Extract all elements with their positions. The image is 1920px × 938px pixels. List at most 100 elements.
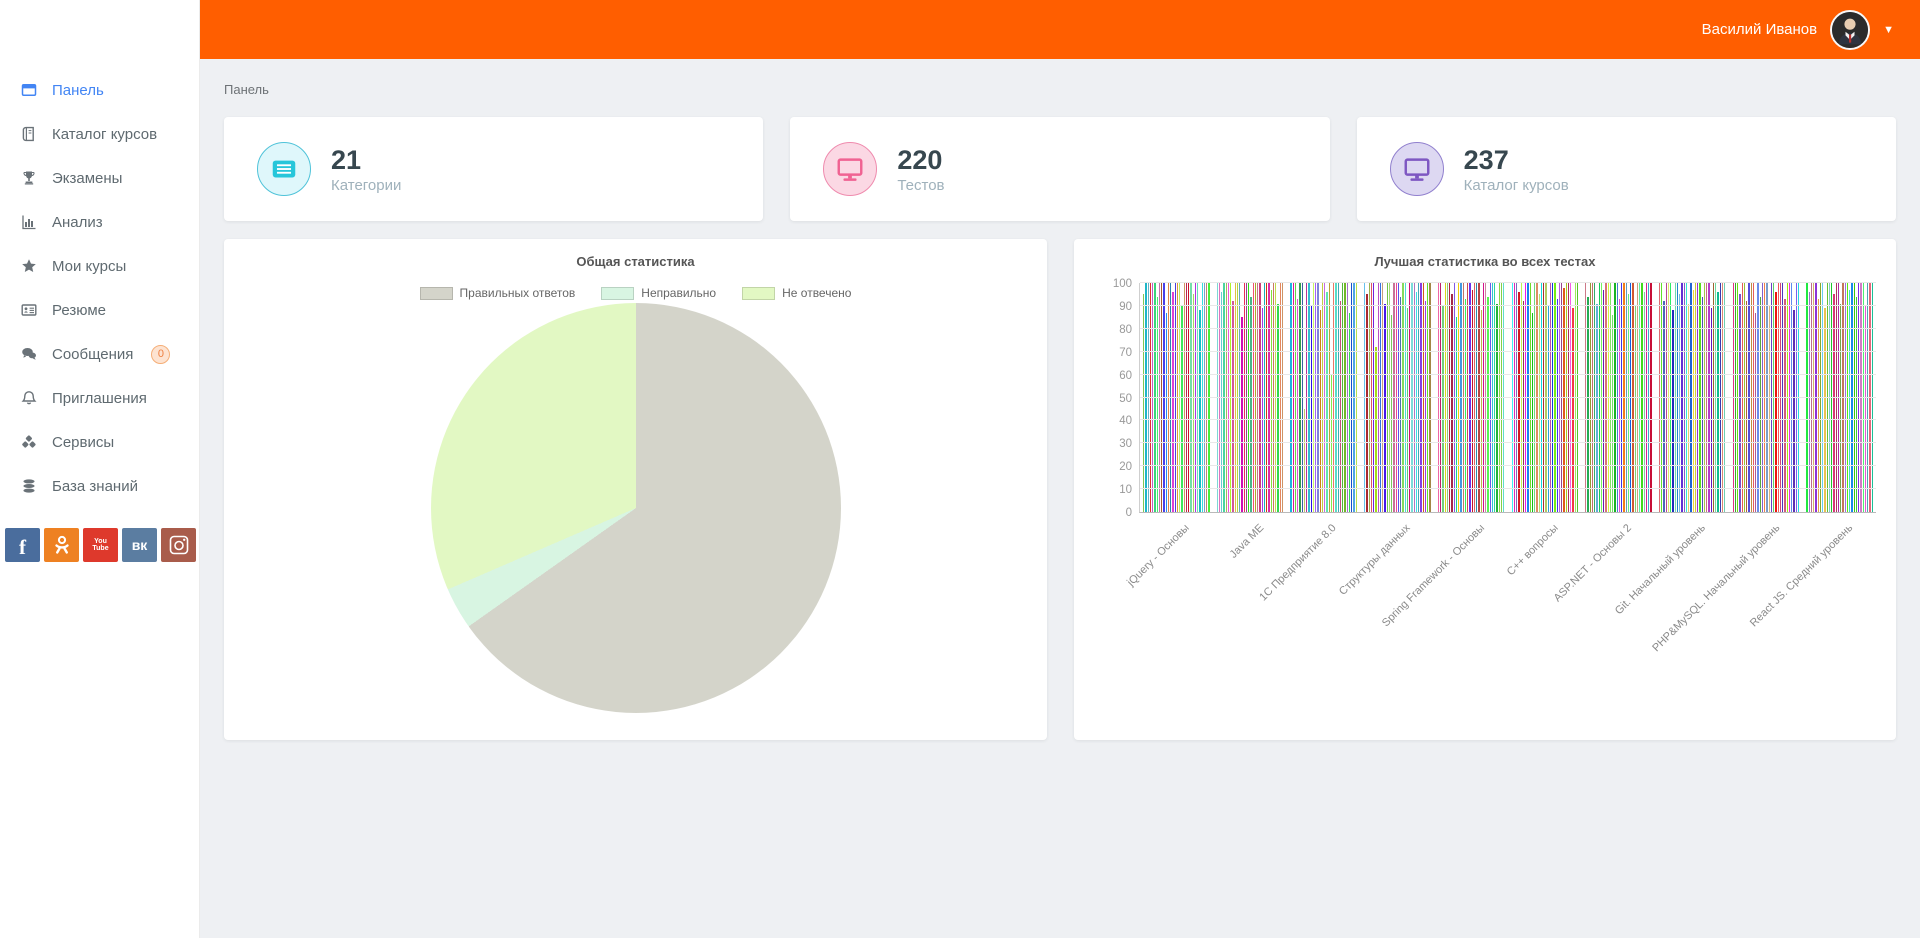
bar: [1246, 283, 1247, 512]
sidebar-item-8[interactable]: Приглашения: [0, 376, 199, 420]
bar: [1735, 283, 1736, 512]
bar: [1271, 290, 1272, 512]
bar: [1778, 283, 1779, 512]
bar: [1648, 283, 1649, 512]
stat-cards-row: 21Категории220Тестов237Каталог курсов: [224, 117, 1896, 221]
bar-chart-x-labels: jQuery - ОсновыJava ME1С Предприятие 8.0…: [1139, 513, 1876, 663]
bar: [1280, 283, 1281, 512]
bar: [1324, 283, 1325, 512]
odnoklassniki-icon: [53, 535, 71, 555]
user-menu[interactable]: Василий Иванов ▼: [1702, 10, 1894, 50]
legend-item[interactable]: Неправильно: [601, 286, 716, 300]
bar: [1351, 283, 1352, 512]
bar: [1706, 283, 1707, 512]
bar: [1219, 283, 1220, 512]
bar: [1172, 292, 1173, 512]
bar: [1605, 283, 1606, 512]
bar: [1532, 313, 1533, 512]
bar: [1748, 283, 1749, 512]
bar-group: [1438, 283, 1505, 512]
bar: [1420, 283, 1421, 512]
sidebar-item-3[interactable]: Экзамены: [0, 156, 199, 200]
bar: [1773, 283, 1774, 512]
star-icon: [20, 258, 38, 274]
sidebar-item-label: Приглашения: [52, 390, 147, 407]
bar-group: [1733, 283, 1800, 512]
monitor-icon: [1390, 142, 1444, 196]
bar: [1262, 308, 1263, 512]
bar-chart-plot-area: 0102030405060708090100: [1139, 283, 1876, 513]
vk-button[interactable]: вк: [122, 528, 157, 562]
bar: [1787, 283, 1788, 512]
instagram-button[interactable]: [161, 528, 196, 562]
bar: [1784, 299, 1785, 512]
bar: [1704, 283, 1705, 512]
bar: [1577, 283, 1578, 512]
list-icon: [257, 142, 311, 196]
sidebar-item-5[interactable]: Мои курсы: [0, 244, 199, 288]
bar: [1322, 283, 1323, 512]
bar: [1635, 306, 1636, 512]
bar: [1476, 283, 1477, 512]
odnoklassniki-button[interactable]: [44, 528, 79, 562]
bar: [1369, 283, 1370, 512]
database-icon: [20, 478, 38, 494]
bar: [1672, 310, 1673, 512]
bar: [1668, 283, 1669, 512]
book-icon: [20, 126, 38, 142]
sidebar-item-label: Сервисы: [52, 434, 114, 451]
bar: [1684, 283, 1685, 512]
legend-label: Не отвечено: [782, 286, 851, 300]
bar: [1440, 283, 1441, 512]
bell-icon: [20, 390, 38, 406]
avatar[interactable]: [1830, 10, 1870, 50]
bar: [1557, 299, 1558, 512]
bar: [1237, 283, 1238, 512]
legend-swatch: [420, 287, 453, 300]
bar: [1518, 292, 1519, 512]
bar: [1686, 283, 1687, 512]
bar: [1559, 283, 1560, 512]
bar: [1416, 292, 1417, 512]
sidebar-item-9[interactable]: Сервисы: [0, 420, 199, 464]
sidebar-item-10[interactable]: База знаний: [0, 464, 199, 508]
sidebar-item-1[interactable]: Панель: [0, 68, 199, 112]
sidebar-item-4[interactable]: Анализ: [0, 200, 199, 244]
legend-item[interactable]: Не отвечено: [742, 286, 851, 300]
bar: [1572, 308, 1573, 512]
bar: [1490, 283, 1491, 512]
facebook-button[interactable]: f: [5, 528, 40, 562]
y-axis-tick-label: 10: [1092, 484, 1132, 496]
pie-chart-title: Общая статистика: [224, 254, 1047, 269]
bar: [1720, 283, 1721, 512]
bar: [1427, 283, 1428, 512]
youtube-button[interactable]: YouTube: [83, 528, 118, 562]
bar: [1315, 283, 1316, 512]
bar: [1563, 288, 1564, 512]
bar: [1603, 290, 1604, 512]
sidebar-item-2[interactable]: Каталог курсов: [0, 112, 199, 156]
sidebar-item-7[interactable]: Сообщения0: [0, 332, 199, 376]
bar: [1329, 283, 1330, 512]
bar: [1290, 283, 1291, 512]
bar: [1282, 283, 1283, 512]
bar: [1596, 304, 1597, 512]
stat-value: 21: [331, 145, 401, 175]
bar: [1494, 283, 1495, 512]
bar: [1813, 283, 1814, 512]
sidebar-item-6[interactable]: Резюме: [0, 288, 199, 332]
bar-chart-icon: [20, 214, 38, 230]
bar: [1637, 283, 1638, 512]
bar: [1206, 283, 1207, 512]
stat-card-3: 237Каталог курсов: [1357, 117, 1896, 221]
bar: [1612, 315, 1613, 512]
bar: [1335, 283, 1336, 512]
bar-chart-bars: [1140, 283, 1876, 512]
bar: [1333, 283, 1334, 512]
y-axis-tick-label: 50: [1092, 393, 1132, 405]
legend-item[interactable]: Правильных ответов: [420, 286, 576, 300]
bar: [1449, 283, 1450, 512]
bar: [1858, 283, 1859, 512]
bar: [1217, 283, 1218, 512]
bar: [1481, 310, 1482, 512]
